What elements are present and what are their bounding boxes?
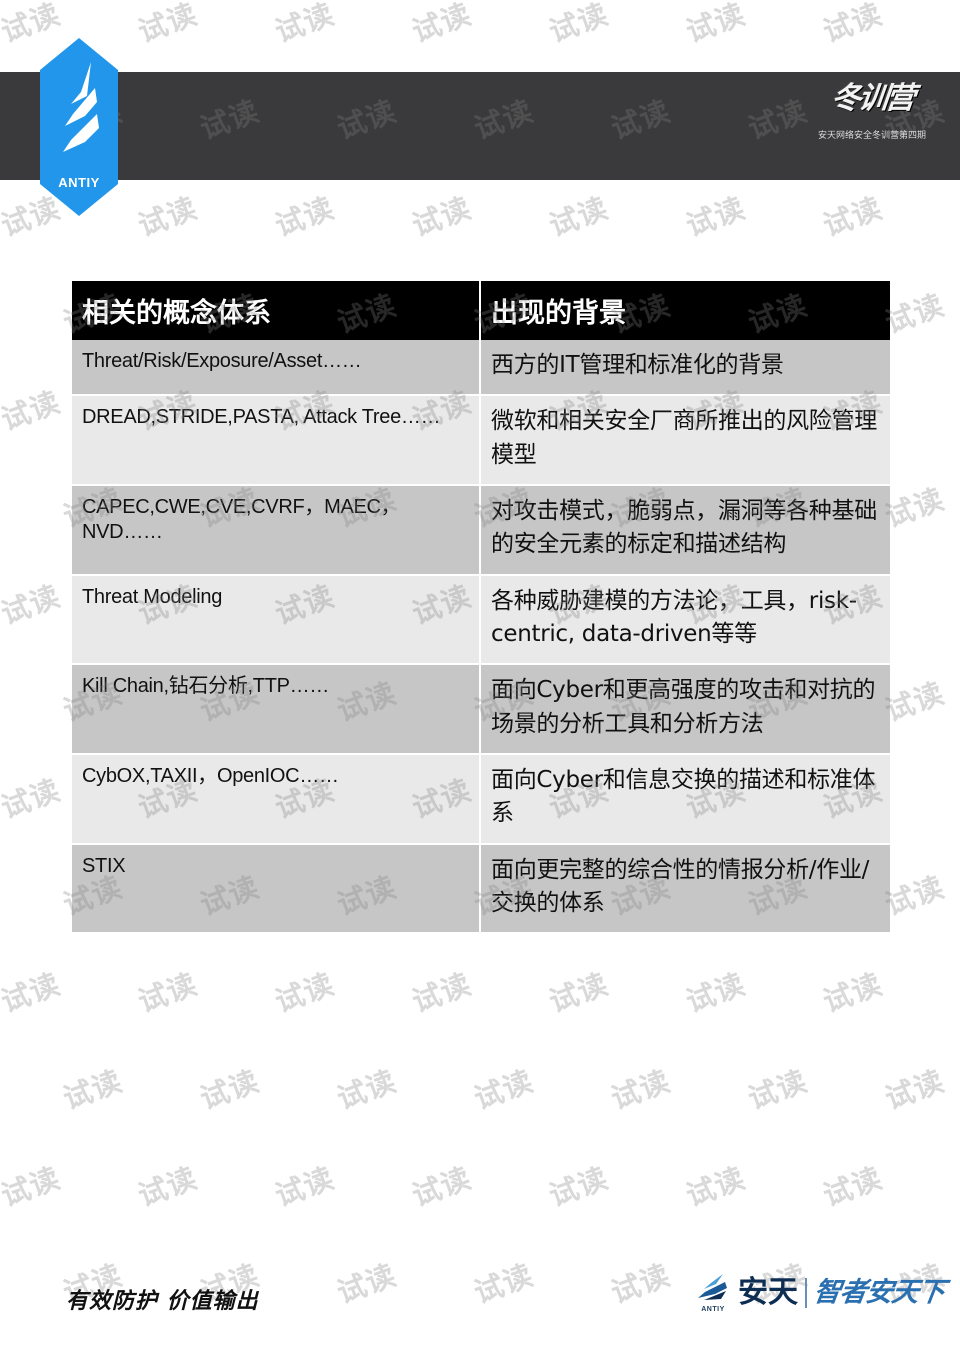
watermark-text: 试读	[0, 966, 65, 1020]
table-body: Threat/Risk/Exposure/Asset…… 西方的IT管理和标准化…	[72, 340, 890, 935]
watermark-text: 试读	[132, 1349, 203, 1357]
antiy-feather-mark-icon	[698, 1274, 727, 1300]
watermark-text: 试读	[817, 1349, 888, 1357]
watermark-text: 试读	[195, 1063, 264, 1117]
watermark-text: 试读	[0, 384, 65, 438]
cell-term: Threat Modeling	[72, 574, 480, 666]
watermark-text: 试读	[407, 1160, 476, 1214]
watermark-text: 试读	[954, 1349, 960, 1357]
column-header-background: 出现的背景	[479, 281, 890, 340]
watermark-text: 试读	[0, 772, 65, 826]
table-row: CybOX,TAXII，OpenIOC…… 面向Cyber和信息交换的描述和标准…	[72, 754, 890, 845]
watermark-text: 试读	[743, 1063, 812, 1117]
table-header-row: 相关的概念体系 出现的背景	[72, 281, 890, 340]
watermark-text: 试读	[407, 190, 476, 244]
watermark-text: 试读	[133, 1160, 202, 1214]
calligraphy-subtitle: 安天网络安全冬训营第四期	[817, 131, 926, 141]
cell-background: 对攻击模式，脆弱点，漏洞等各种基础的安全元素的标定和描述结构	[479, 485, 890, 576]
watermark-text: 试读	[407, 966, 476, 1020]
watermark-text: 试读	[0, 1349, 65, 1357]
watermark-text: 试读	[543, 1349, 614, 1357]
watermark-text: 试读	[680, 1349, 751, 1357]
calligraphy-title: 冬训营	[829, 81, 915, 116]
antiy-logo: ANTIY	[40, 38, 118, 216]
table-row: DREAD,STRIDE,PASTA, Attack Tree…… 微软和相关安…	[72, 395, 890, 487]
watermark-text: 试读	[955, 772, 960, 826]
table-row: Threat Modeling 各种威胁建模的方法论，工具，risk-centr…	[72, 574, 890, 666]
concept-systems-table: 相关的概念体系 出现的背景 Threat/Risk/Exposure/Asset…	[72, 281, 890, 935]
watermark-text: 试读	[270, 190, 339, 244]
watermark-text: 试读	[469, 1257, 538, 1311]
column-header-concept: 相关的概念体系	[72, 281, 480, 340]
watermark-text: 试读	[681, 0, 750, 50]
antiy-footer-mark: ANTIY	[695, 1272, 731, 1313]
table-row: CAPEC,CWE,CVE,CVRF，MAEC，NVD…… 对攻击模式，脆弱点，…	[72, 485, 890, 576]
cell-background: 各种威胁建模的方法论，工具，risk-centric, data-driven等…	[479, 574, 890, 666]
watermark-text: 试读	[818, 190, 887, 244]
footer-divider	[805, 1277, 807, 1308]
watermark-text: 试读	[0, 578, 65, 632]
watermark-text: 试读	[955, 578, 960, 632]
table-row: STIX 面向更完整的综合性的情报分析/作业/交换的体系	[72, 843, 890, 935]
watermark-text: 试读	[606, 1063, 675, 1117]
antiy-logo-text: ANTIY	[58, 175, 100, 190]
watermark-text: 试读	[133, 190, 202, 244]
antiy-footer-mark-label: ANTIY	[701, 1306, 725, 1313]
watermark-text: 试读	[544, 0, 613, 50]
watermark-text: 试读	[880, 1063, 949, 1117]
cell-term: CybOX,TAXII，OpenIOC……	[72, 754, 480, 845]
watermark-text: 试读	[955, 190, 960, 244]
watermark-text: 试读	[406, 1349, 477, 1357]
watermark-text: 试读	[332, 1063, 401, 1117]
watermark-text: 试读	[58, 1063, 127, 1117]
footer-logo: ANTIY 安天 智者安天下	[695, 1272, 947, 1313]
watermark-text: 试读	[818, 0, 887, 50]
watermark-text: 试读	[606, 1257, 675, 1311]
watermark-text: 试读	[270, 0, 339, 50]
footer-slogan: 有效防护 价值输出	[66, 1288, 259, 1314]
cell-term: Kill Chain,钻石分析,TTP……	[72, 664, 480, 756]
watermark-text: 试读	[681, 190, 750, 244]
watermark-text: 试读	[818, 966, 887, 1020]
watermark-text: 试读	[955, 1160, 960, 1214]
watermark-text: 试读	[681, 966, 750, 1020]
watermark-text: 试读	[544, 966, 613, 1020]
cell-term: CAPEC,CWE,CVE,CVRF，MAEC，NVD……	[72, 485, 480, 576]
watermark-text: 试读	[0, 1160, 65, 1214]
footer-brand-cn: 安天	[738, 1274, 798, 1310]
watermark-text: 试读	[469, 1063, 538, 1117]
watermark-text: 试读	[818, 1160, 887, 1214]
watermark-text: 试读	[407, 0, 476, 50]
watermark-text: 试读	[544, 190, 613, 244]
watermark-text: 试读	[133, 0, 202, 50]
cell-term: STIX	[72, 843, 480, 935]
cell-term: DREAD,STRIDE,PASTA, Attack Tree……	[72, 395, 480, 487]
cell-background: 面向Cyber和更高强度的攻击和对抗的场景的分析工具和分析方法	[479, 664, 890, 756]
watermark-text: 试读	[544, 1160, 613, 1214]
watermark-text: 试读	[681, 1160, 750, 1214]
cell-background: 西方的IT管理和标准化的背景	[479, 340, 890, 397]
watermark-text: 试读	[332, 1257, 401, 1311]
table-row: Kill Chain,钻石分析,TTP…… 面向Cyber和更高强度的攻击和对抗…	[72, 664, 890, 756]
header-calligraphy-block: 冬训营 安天网络安全冬训营第四期	[802, 76, 942, 176]
watermark-text: 试读	[955, 384, 960, 438]
cell-background: 面向Cyber和信息交换的描述和标准体系	[479, 754, 890, 845]
footer-tagline: 智者安天下	[811, 1277, 947, 1308]
antiy-feather-mark-icon	[63, 62, 99, 152]
cell-background: 微软和相关安全厂商所推出的风险管理模型	[479, 395, 890, 487]
cell-term: Threat/Risk/Exposure/Asset……	[72, 340, 480, 397]
watermark-text: 试读	[270, 966, 339, 1020]
watermark-text: 试读	[955, 0, 960, 50]
watermark-text: 试读	[270, 1160, 339, 1214]
watermark-text: 试读	[0, 0, 65, 50]
watermark-text: 试读	[269, 1349, 340, 1357]
watermark-text: 试读	[955, 966, 960, 1020]
cell-background: 面向更完整的综合性的情报分析/作业/交换的体系	[479, 843, 890, 935]
watermark-text: 试读	[133, 966, 202, 1020]
table-row: Threat/Risk/Exposure/Asset…… 西方的IT管理和标准化…	[72, 340, 890, 397]
